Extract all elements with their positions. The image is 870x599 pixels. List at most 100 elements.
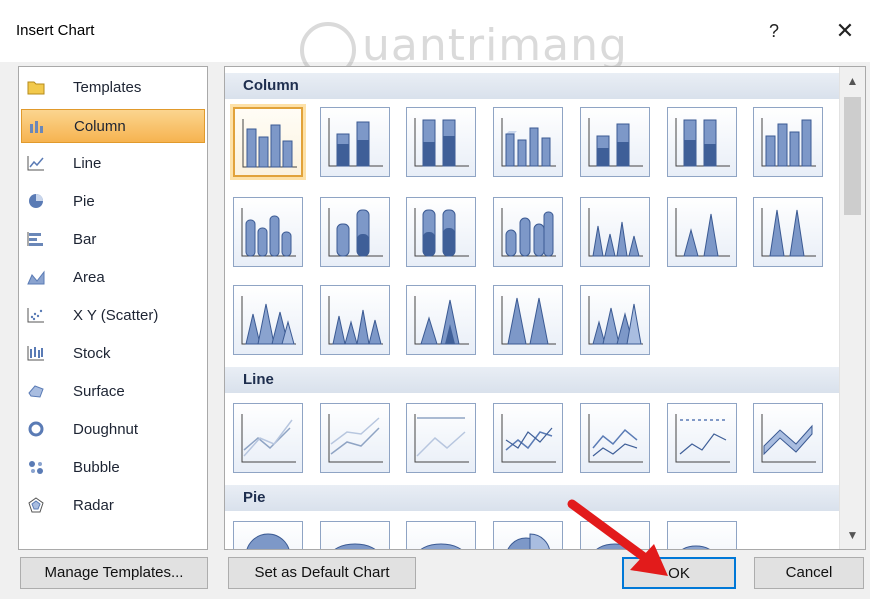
stacked-line-icon — [328, 414, 383, 463]
cylinder-column-icon — [241, 208, 296, 257]
sidebar-item-area[interactable]: Area — [21, 261, 205, 295]
sidebar-item-pie[interactable]: Pie — [21, 185, 205, 219]
exploded-pie-icon — [507, 533, 550, 549]
pie-of-pie-icon — [420, 543, 462, 549]
column-thumb-stacked-cone[interactable] — [667, 197, 737, 267]
pie-thumb-3d-exploded-pie[interactable] — [580, 521, 650, 549]
3d-pyramid-icon — [588, 296, 643, 345]
close-button[interactable]: ✕ — [828, 14, 862, 48]
column-thumb-3d-pyramid[interactable] — [580, 285, 650, 355]
line-thumb-line[interactable] — [233, 403, 303, 473]
cone-column-icon — [588, 208, 643, 257]
pie-thumb-3d-pie[interactable] — [320, 521, 390, 549]
column-thumb-clustered-pyramid[interactable] — [320, 285, 390, 355]
pie-thumb-pie-of-pie[interactable] — [406, 521, 476, 549]
column-thumb-3d-clustered[interactable] — [493, 107, 563, 177]
doughnut-chart-icon — [28, 421, 44, 437]
column-thumb-100-stacked[interactable] — [406, 107, 476, 177]
scroll-down-icon[interactable]: ▼ — [840, 521, 865, 549]
sidebar-item-bar[interactable]: Bar — [21, 223, 205, 257]
ok-button[interactable]: OK — [622, 557, 736, 589]
line-thumb-100-stacked-line[interactable] — [406, 403, 476, 473]
dialog-title: Insert Chart — [16, 22, 95, 39]
sidebar-item-label: Area — [73, 269, 105, 286]
sidebar-item-templates[interactable]: Templates — [21, 71, 205, 105]
area-chart-icon — [27, 270, 45, 285]
section-header-line: Line — [225, 367, 839, 393]
line-thumb-line-markers[interactable] — [493, 403, 563, 473]
column-thumb-stacked-cylinder[interactable] — [320, 197, 390, 267]
column-thumb-100-stacked-cylinder[interactable] — [406, 197, 476, 267]
pie-thumb-pie[interactable] — [233, 521, 303, 549]
percent-stacked-line-icon — [414, 414, 469, 463]
sidebar-item-label: Doughnut — [73, 421, 139, 438]
folder-icon — [27, 81, 45, 95]
section-title: Column — [243, 77, 299, 94]
sidebar-item-surface[interactable]: Surface — [21, 375, 205, 409]
sidebar-item-label: Templates — [73, 79, 142, 96]
stacked-cone-icon — [675, 208, 730, 257]
line-with-markers-icon — [501, 414, 556, 463]
column-thumb-clustered-cylinder[interactable] — [233, 197, 303, 267]
column-thumb-100-stacked-pyramid[interactable] — [493, 285, 563, 355]
line-thumb-3d-line[interactable] — [753, 403, 823, 473]
sidebar-item-label: Stock — [73, 345, 111, 362]
percent-stacked-line-with-markers-icon — [675, 414, 730, 463]
bar-of-pie-icon — [682, 545, 710, 549]
column-thumb-clustered[interactable] — [233, 107, 303, 177]
stock-chart-icon — [27, 346, 44, 361]
set-default-chart-button[interactable]: Set as Default Chart — [228, 557, 416, 589]
section-header-column: Column — [225, 73, 839, 99]
3d-stacked-column-icon — [588, 118, 643, 167]
clustered-column-icon — [242, 119, 297, 168]
column-thumb-100-stacked-cone[interactable] — [753, 197, 823, 267]
surface-chart-icon — [28, 385, 44, 398]
sidebar-item-label: Bar — [73, 231, 97, 248]
sidebar-item-column[interactable]: Column — [21, 109, 205, 143]
stacked-cylinder-icon — [328, 208, 383, 257]
column-thumb-stacked-pyramid[interactable] — [406, 285, 476, 355]
bubble-chart-icon — [29, 461, 43, 474]
insert-chart-dialog: Insert Chart ? ✕ uantrimang Templates Co… — [0, 0, 870, 599]
column-thumb-clustered-cone[interactable] — [580, 197, 650, 267]
scatter-chart-icon — [27, 308, 44, 323]
column-thumb-stacked[interactable] — [320, 107, 390, 177]
sidebar-item-doughnut[interactable]: Doughnut — [21, 413, 205, 447]
sidebar-item-label: Pie — [73, 193, 95, 210]
percent-stacked-cone-icon — [761, 208, 816, 257]
column-thumb-3d-100-stacked[interactable] — [667, 107, 737, 177]
sidebar-item-label: Bubble — [73, 459, 120, 476]
scroll-up-icon[interactable]: ▲ — [840, 67, 865, 95]
percent-stacked-pyramid-icon — [501, 296, 556, 345]
column-thumb-3d-column[interactable] — [753, 107, 823, 177]
help-button[interactable]: ? — [760, 14, 788, 48]
manage-templates-button[interactable]: Manage Templates... — [20, 557, 208, 589]
chart-subtype-gallery: Column Line Pie ▲ ▼ — [224, 66, 866, 550]
pie-thumb-bar-of-pie[interactable] — [667, 521, 737, 549]
column-thumb-3d-cylinder[interactable] — [493, 197, 563, 267]
pie-thumb-exploded-pie[interactable] — [493, 521, 563, 549]
line-thumb-stacked-line[interactable] — [320, 403, 390, 473]
column-thumb-3d-cone[interactable] — [233, 285, 303, 355]
sidebar-item-line[interactable]: Line — [21, 147, 205, 181]
3d-pie-icon — [334, 543, 376, 549]
chart-type-list: Templates Column Line Pie Bar Area X Y (… — [18, 66, 208, 550]
sidebar-item-label: Line — [73, 155, 102, 172]
gallery-scrollbar[interactable]: ▲ ▼ — [839, 67, 865, 549]
sidebar-item-radar[interactable]: Radar — [21, 489, 205, 523]
line-thumb-stacked-line-markers[interactable] — [580, 403, 650, 473]
pyramid-column-icon — [328, 296, 383, 345]
sidebar-item-label: Surface — [73, 383, 125, 400]
sidebar-item-bubble[interactable]: Bubble — [21, 451, 205, 485]
column-chart-icon — [30, 121, 43, 133]
scroll-thumb[interactable] — [844, 97, 861, 215]
cancel-button[interactable]: Cancel — [754, 557, 864, 589]
line-icon — [241, 414, 296, 463]
sidebar-item-scatter[interactable]: X Y (Scatter) — [21, 299, 205, 333]
percent-stacked-column-icon — [414, 118, 469, 167]
column-thumb-3d-stacked[interactable] — [580, 107, 650, 177]
stacked-column-icon — [328, 118, 383, 167]
line-thumb-100-stacked-line-markers[interactable] — [667, 403, 737, 473]
sidebar-item-stock[interactable]: Stock — [21, 337, 205, 371]
3d-percent-stacked-column-icon — [675, 118, 730, 167]
